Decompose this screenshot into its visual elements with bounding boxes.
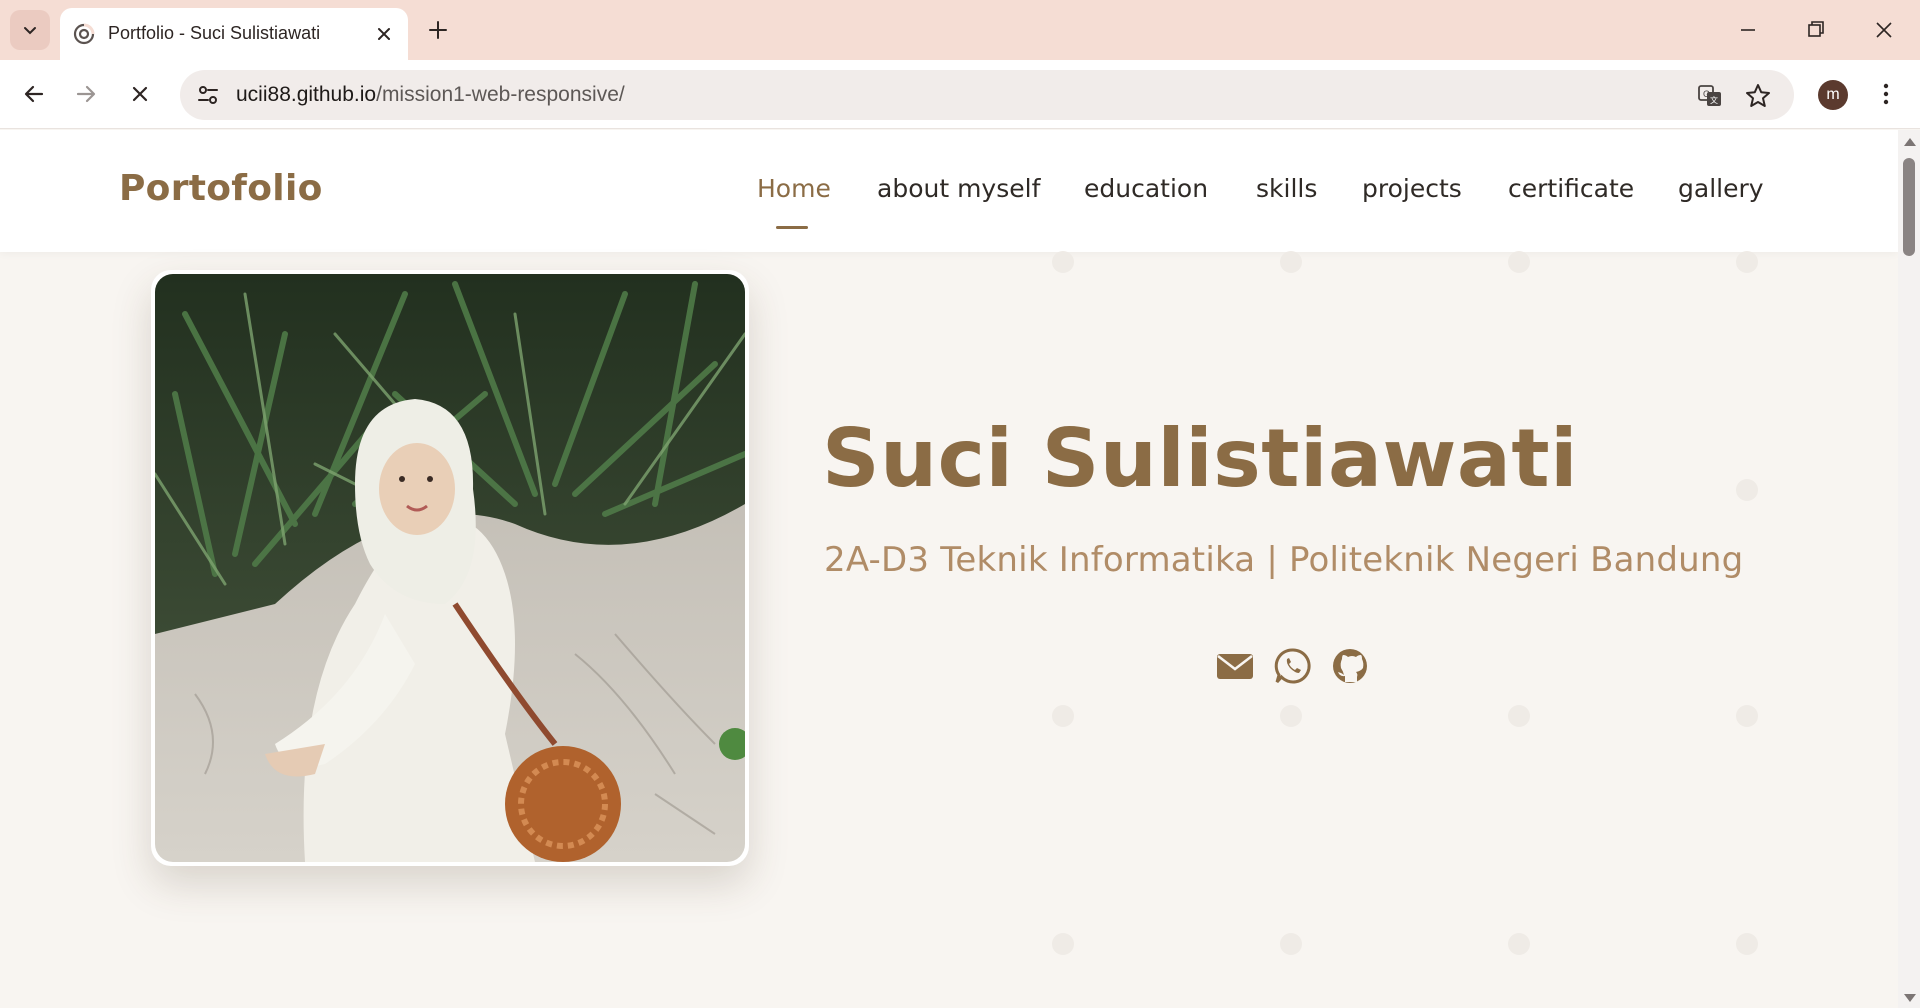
restore-icon[interactable] (1800, 14, 1832, 46)
envelope-icon[interactable] (1215, 646, 1255, 686)
kebab-menu-icon[interactable] (1872, 80, 1900, 108)
forward-arrow-icon[interactable] (70, 78, 102, 110)
tab-search-button[interactable] (10, 10, 50, 50)
active-tab[interactable]: Portfolio - Suci Sulistiawati (60, 8, 408, 60)
svg-text:文: 文 (1710, 95, 1718, 105)
close-window-icon[interactable] (1868, 14, 1900, 46)
nav-projects[interactable]: projects (1362, 174, 1462, 203)
page-scrollbar[interactable] (1898, 130, 1920, 1008)
favicon-icon (73, 23, 95, 45)
nav-home[interactable]: Home (757, 174, 831, 203)
whatsapp-icon[interactable] (1273, 646, 1313, 686)
url-host: ucii88.github.io (236, 83, 377, 106)
scroll-down-icon[interactable] (1904, 994, 1916, 1002)
profile-photo-frame (151, 270, 749, 866)
nav-education[interactable]: education (1084, 174, 1208, 203)
nav-about-myself[interactable]: about myself (877, 174, 1040, 203)
profile-photo-illustration (155, 274, 745, 862)
back-arrow-icon[interactable] (18, 78, 50, 110)
url-text[interactable]: ucii88.github.io/mission1-web-responsive… (236, 83, 625, 107)
url-path: /mission1-web-responsive/ (376, 83, 625, 106)
tab-title: Portfolio - Suci Sulistiawati (108, 23, 321, 43)
stop-loading-icon[interactable] (124, 78, 156, 110)
close-icon[interactable] (372, 22, 396, 46)
browser-toolbar: ucii88.github.io/mission1-web-responsive… (0, 60, 1920, 129)
nav-active-indicator (776, 226, 808, 229)
address-bar[interactable]: ucii88.github.io/mission1-web-responsive… (180, 70, 1794, 120)
scroll-thumb[interactable] (1903, 158, 1915, 256)
browser-tab-strip: Portfolio - Suci Sulistiawati (0, 0, 1920, 60)
main-nav: Home about myself education skills proje… (0, 174, 1898, 214)
scroll-up-icon[interactable] (1904, 138, 1916, 146)
hero-name: Suci Sulistiawati (822, 412, 1578, 505)
plus-icon[interactable] (424, 16, 452, 44)
profile-photo (155, 274, 745, 862)
hero-subtitle: 2A-D3 Teknik Informatika | Politeknik Ne… (824, 540, 1744, 580)
page-viewport: Portofolio Home about myself education s… (0, 130, 1898, 1008)
svg-text:G: G (1703, 89, 1710, 99)
minimize-icon[interactable] (1732, 14, 1764, 46)
site-header: Portofolio Home about myself education s… (0, 130, 1898, 252)
nav-skills[interactable]: skills (1256, 174, 1317, 203)
nav-gallery[interactable]: gallery (1678, 174, 1764, 203)
profile-avatar[interactable]: m (1818, 80, 1848, 110)
site-settings-icon[interactable] (194, 81, 222, 109)
star-icon[interactable] (1744, 82, 1772, 110)
chevron-down-icon (24, 27, 36, 35)
translate-icon[interactable]: G 文 (1696, 82, 1724, 110)
github-icon[interactable] (1330, 646, 1370, 686)
nav-certificate[interactable]: certificate (1508, 174, 1634, 203)
